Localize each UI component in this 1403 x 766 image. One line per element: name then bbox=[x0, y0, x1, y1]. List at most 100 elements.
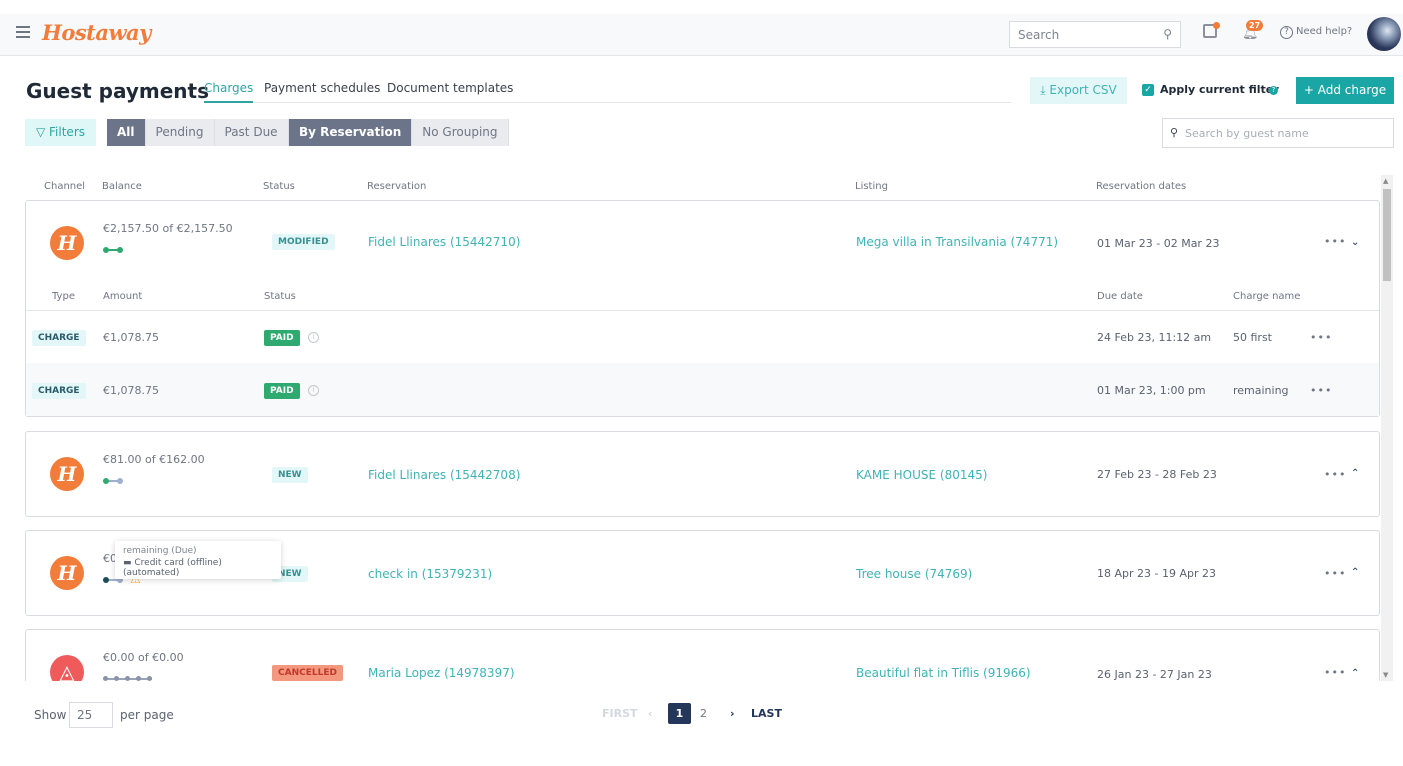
export-csv-label: Export CSV bbox=[1049, 83, 1117, 97]
filters-label: Filters bbox=[49, 125, 86, 139]
charge-row: CHARGE €1,078.75 PAID i 01 Mar 23, 1:00 … bbox=[26, 363, 1379, 416]
listing-link[interactable]: Beautiful flat in Tiflis (91966) bbox=[856, 666, 1031, 680]
tooltip-line2-text: Credit card (offline) (automated) bbox=[123, 558, 222, 578]
per-page-input[interactable]: 25 bbox=[69, 702, 113, 728]
reservation-link[interactable]: Fidel Llinares (15442710) bbox=[368, 235, 520, 249]
help-link[interactable]: ? Need help? bbox=[1280, 26, 1352, 39]
info-icon[interactable]: i bbox=[308, 385, 319, 396]
search-icon: ⚲ bbox=[1163, 27, 1172, 41]
charge-row: CHARGE €1,078.75 PAID i 24 Feb 23, 11:12… bbox=[26, 310, 1379, 363]
due-date: 24 Feb 23, 11:12 am bbox=[1097, 331, 1212, 344]
segment-all[interactable]: All bbox=[107, 119, 146, 146]
listing-link[interactable]: Tree house (74769) bbox=[856, 567, 972, 581]
per-page-label: per page bbox=[120, 708, 174, 722]
balance: €81.00 of €162.00 bbox=[103, 453, 205, 466]
chevron-down-icon[interactable]: ⌄ bbox=[1351, 237, 1359, 248]
more-icon[interactable]: ••• bbox=[1324, 468, 1346, 481]
charge-amount: €1,078.75 bbox=[103, 331, 159, 344]
status-badge: NEW bbox=[272, 467, 308, 483]
help-label: Need help? bbox=[1296, 26, 1353, 37]
due-date: 01 Mar 23, 1:00 pm bbox=[1097, 384, 1206, 397]
show-label: Show bbox=[34, 708, 67, 722]
last-page-button[interactable]: LAST bbox=[751, 707, 782, 720]
tab-payment-schedules[interactable]: Payment schedules bbox=[264, 81, 380, 103]
calculator-notification-dot bbox=[1213, 22, 1220, 29]
more-icon[interactable]: ••• bbox=[1310, 331, 1332, 344]
reservation-dates: 26 Jan 23 - 27 Jan 23 bbox=[1097, 668, 1212, 681]
reservation-link[interactable]: Maria Lopez (14978397) bbox=[368, 666, 515, 680]
avatar[interactable] bbox=[1367, 17, 1401, 51]
scrollbar[interactable]: ▲ ▼ bbox=[1381, 175, 1393, 681]
tooltip: remaining (Due) ▬ Credit card (offline) … bbox=[115, 541, 281, 579]
segment-no-grouping[interactable]: No Grouping bbox=[412, 119, 509, 146]
payment-progress bbox=[103, 247, 123, 253]
status-segment: All Pending Past Due bbox=[107, 119, 289, 146]
prev-page-icon[interactable]: ‹ bbox=[648, 707, 652, 720]
sub-col-charge-name: Charge name bbox=[1233, 291, 1301, 302]
scrollbar-thumb[interactable] bbox=[1383, 189, 1391, 281]
guest-search-input[interactable]: ⚲ Search by guest name bbox=[1162, 118, 1394, 148]
charge-name: remaining bbox=[1233, 384, 1289, 397]
search-icon: ⚲ bbox=[1170, 126, 1179, 139]
more-icon[interactable]: ••• bbox=[1324, 235, 1346, 248]
charge-amount: €1,078.75 bbox=[103, 384, 159, 397]
segment-by-reservation[interactable]: By Reservation bbox=[289, 119, 413, 146]
more-icon[interactable]: ••• bbox=[1310, 384, 1332, 397]
grouping-segment: By Reservation No Grouping bbox=[289, 119, 509, 146]
type-badge: CHARGE bbox=[32, 383, 86, 399]
export-csv-button[interactable]: ⤓ Export CSV bbox=[1030, 77, 1127, 104]
listing-link[interactable]: KAME HOUSE (80145) bbox=[856, 468, 987, 482]
credit-card-icon: ▬ bbox=[123, 558, 135, 568]
more-icon[interactable]: ••• bbox=[1324, 666, 1346, 679]
sub-col-amount: Amount bbox=[103, 291, 143, 302]
logo[interactable]: Hostaway bbox=[42, 20, 151, 45]
filters-button[interactable]: ▽ Filters bbox=[25, 119, 96, 146]
chevron-up-icon[interactable]: ⌃ bbox=[1351, 668, 1359, 679]
top-bar: Hostaway Search ⚲ 🔔︎ 27 ? Need help? bbox=[0, 14, 1403, 56]
tab-charges[interactable]: Charges bbox=[204, 81, 254, 103]
reservation-link[interactable]: Fidel Llinares (15442708) bbox=[368, 468, 520, 482]
listing-link[interactable]: Mega villa in Transilvania (74771) bbox=[856, 235, 1058, 249]
page-2-button[interactable]: 2 bbox=[700, 707, 707, 720]
paid-badge: PAID bbox=[264, 330, 300, 346]
tabs: Charges Payment schedules Document templ… bbox=[204, 80, 1011, 103]
question-icon[interactable]: ? bbox=[1269, 86, 1278, 95]
notifications-count: 27 bbox=[1246, 20, 1264, 31]
segment-pending[interactable]: Pending bbox=[145, 119, 215, 146]
balance: €2,157.50 of €2,157.50 bbox=[103, 222, 233, 235]
segment-past-due[interactable]: Past Due bbox=[214, 119, 289, 146]
chevron-up-icon[interactable]: ⌃ bbox=[1351, 468, 1359, 479]
global-search-placeholder: Search bbox=[1018, 28, 1060, 42]
balance: €0.00 of €0.00 bbox=[103, 651, 184, 664]
reservation-card: H €2,157.50 of €2,157.50 MODIFIED Fidel … bbox=[25, 200, 1380, 417]
type-badge: CHARGE bbox=[32, 330, 86, 346]
more-icon[interactable]: ••• bbox=[1324, 567, 1346, 580]
page-1-button[interactable]: 1 bbox=[668, 703, 691, 724]
sub-col-status: Status bbox=[264, 291, 296, 302]
status-badge: CANCELLED bbox=[272, 665, 343, 681]
reservation-dates: 01 Mar 23 - 02 Mar 23 bbox=[1097, 237, 1220, 250]
info-icon[interactable]: i bbox=[308, 332, 319, 343]
reservation-list: H €2,157.50 of €2,157.50 MODIFIED Fidel … bbox=[0, 175, 1403, 681]
sub-col-type: Type bbox=[52, 291, 75, 302]
scroll-down-arrow[interactable]: ▼ bbox=[1383, 671, 1388, 679]
chevron-up-icon[interactable]: ⌃ bbox=[1351, 567, 1359, 578]
reservation-dates: 27 Feb 23 - 28 Feb 23 bbox=[1097, 468, 1217, 481]
sub-col-due-date: Due date bbox=[1097, 291, 1143, 302]
reservation-card: ◬ €0.00 of €0.00 CANCELLED Maria Lopez (… bbox=[25, 629, 1380, 681]
tooltip-line1: remaining (Due) bbox=[123, 546, 197, 556]
airbnb-channel-icon: ◬ bbox=[50, 655, 84, 681]
add-charge-button[interactable]: + Add charge bbox=[1296, 77, 1394, 104]
reservation-dates: 18 Apr 23 - 19 Apr 23 bbox=[1097, 567, 1216, 580]
global-search-input[interactable]: Search ⚲ bbox=[1009, 21, 1181, 48]
scroll-up-arrow[interactable]: ▲ bbox=[1383, 177, 1388, 185]
reservation-link[interactable]: check in (15379231) bbox=[368, 567, 492, 581]
hostaway-channel-icon: H bbox=[50, 226, 84, 260]
tab-document-templates[interactable]: Document templates bbox=[387, 81, 513, 103]
guest-search-placeholder: Search by guest name bbox=[1185, 127, 1309, 140]
first-page-button[interactable]: FIRST bbox=[602, 707, 638, 720]
next-page-icon[interactable]: › bbox=[730, 707, 735, 720]
paid-badge: PAID bbox=[264, 383, 300, 399]
apply-filter-checkbox[interactable]: ✓ bbox=[1142, 84, 1154, 96]
menu-icon[interactable] bbox=[16, 26, 30, 38]
